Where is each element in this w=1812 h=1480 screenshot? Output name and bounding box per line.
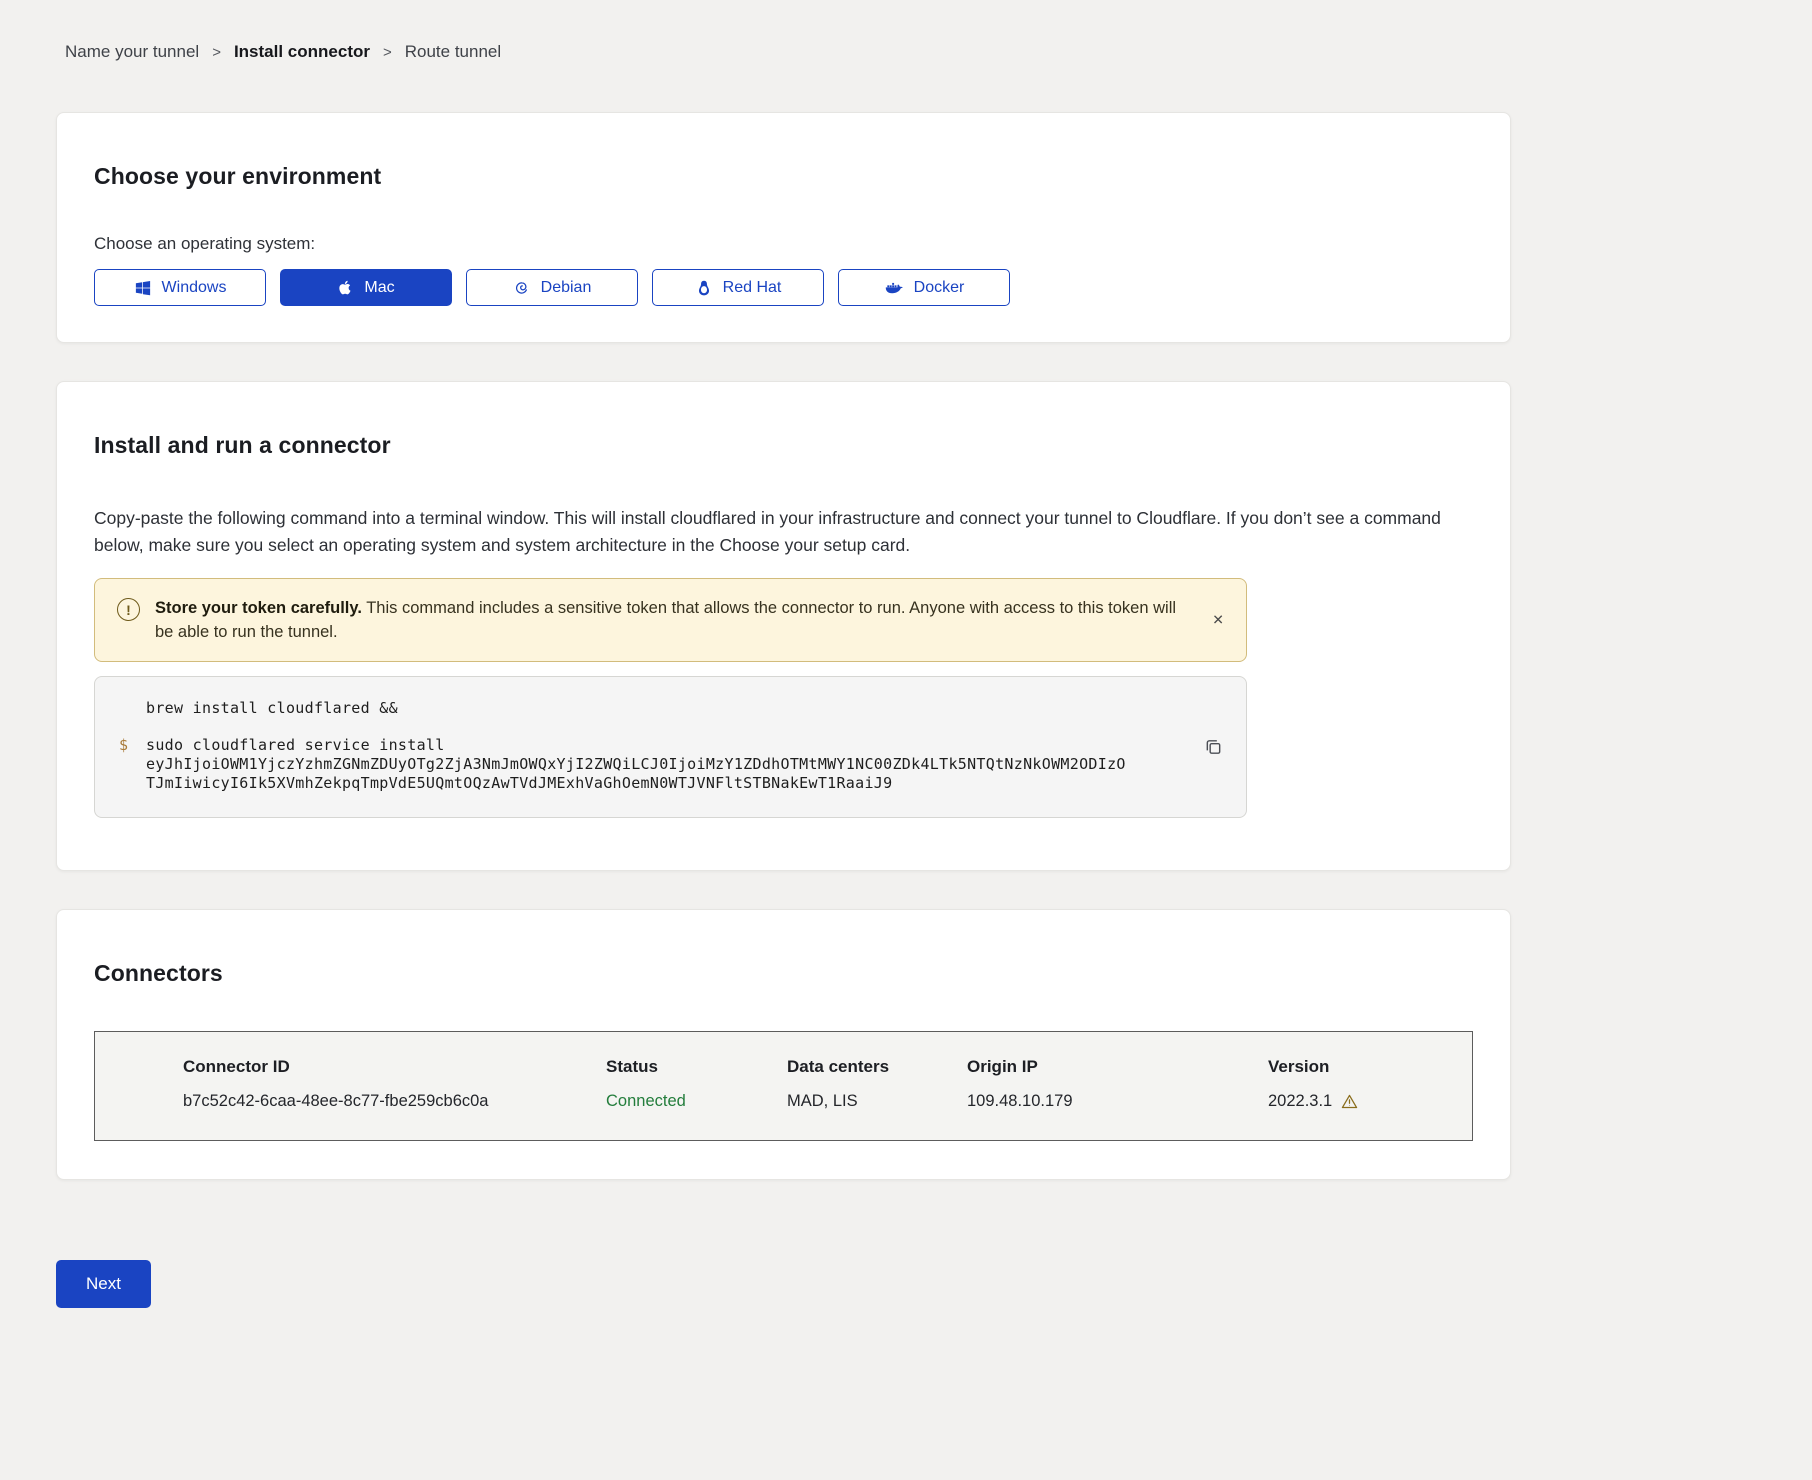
os-button-label: Windows [162, 279, 227, 297]
choose-environment-title: Choose your environment [94, 163, 1473, 190]
cell-origin-ip: 109.48.10.179 [967, 1092, 1268, 1111]
apple-icon [337, 279, 354, 296]
code-line-token-1: eyJhIjoiOWM1YjczYzhmZGNmZDUyOTg2ZjA3NmJm… [146, 755, 1126, 774]
windows-icon [134, 279, 152, 297]
token-warning-text: Store your token carefully. This command… [155, 596, 1186, 644]
code-line-service-install: sudo cloudflared service install [146, 736, 445, 755]
os-button-label: Mac [364, 279, 394, 297]
install-connector-card: Install and run a connector Copy-paste t… [56, 381, 1511, 871]
cell-version: 2022.3.1 [1268, 1092, 1452, 1111]
breadcrumb-separator: > [383, 44, 392, 61]
os-button-label: Docker [914, 279, 965, 297]
col-header-data-centers: Data centers [787, 1057, 967, 1077]
breadcrumb-step-name-your-tunnel[interactable]: Name your tunnel [65, 42, 199, 62]
code-line-brew-install: brew install cloudflared && [146, 699, 398, 718]
install-description: Copy-paste the following command into a … [94, 505, 1466, 559]
connectors-card: Connectors Connector ID Status Data cent… [56, 909, 1511, 1180]
os-button-windows[interactable]: Windows [94, 269, 266, 306]
os-button-debian[interactable]: Debian [466, 269, 638, 306]
token-warning-lead: Store your token carefully. [155, 599, 362, 617]
version-warning-triangle-icon[interactable] [1341, 1093, 1358, 1110]
os-button-label: Debian [541, 279, 592, 297]
os-button-redhat[interactable]: Red Hat [652, 269, 824, 306]
install-command-code-block: brew install cloudflared && $ sudo cloud… [94, 676, 1247, 818]
page-content: Name your tunnel > Install connector > R… [56, 42, 1511, 1308]
col-header-connector-id: Connector ID [183, 1057, 606, 1077]
shell-prompt: $ [119, 736, 146, 755]
code-line: eyJhIjoiOWM1YjczYzhmZGNmZDUyOTg2ZjA3NmJm… [119, 755, 1180, 774]
os-button-mac[interactable]: Mac [280, 269, 452, 306]
docker-whale-icon [884, 278, 904, 298]
col-header-version: Version [1268, 1057, 1452, 1077]
code-line-token-2: TJmIiwicyI6Ik5XVmhZekpqTmpVdE5UQmtOQzAwT… [146, 774, 892, 793]
code-line: $ sudo cloudflared service install [119, 736, 1180, 755]
version-text: 2022.3.1 [1268, 1092, 1332, 1111]
connectors-title: Connectors [94, 960, 1473, 987]
breadcrumb: Name your tunnel > Install connector > R… [65, 42, 1511, 62]
warning-circle-icon: ! [117, 598, 140, 621]
connectors-table: Connector ID Status Data centers Origin … [94, 1031, 1473, 1141]
shell-prompt-spacer [119, 699, 146, 718]
debian-swirl-icon [513, 279, 531, 297]
breadcrumb-step-install-connector[interactable]: Install connector [234, 42, 370, 62]
os-button-label: Red Hat [723, 279, 782, 297]
col-header-status: Status [606, 1057, 787, 1077]
breadcrumb-separator: > [212, 44, 221, 61]
next-button[interactable]: Next [56, 1260, 151, 1308]
os-button-docker[interactable]: Docker [838, 269, 1010, 306]
install-connector-title: Install and run a connector [94, 432, 1473, 459]
copy-icon [1204, 738, 1223, 757]
cell-data-centers: MAD, LIS [787, 1092, 967, 1111]
cell-status: Connected [606, 1092, 787, 1111]
code-line: TJmIiwicyI6Ik5XVmhZekpqTmpVdE5UQmtOQzAwT… [119, 774, 1180, 793]
code-line: brew install cloudflared && [119, 699, 1180, 718]
copy-command-button[interactable] [1201, 735, 1226, 760]
os-button-group: Windows Mac Debian Red Hat [94, 269, 1473, 306]
shell-prompt-spacer [119, 755, 146, 774]
os-prompt-label: Choose an operating system: [94, 234, 1473, 254]
shell-prompt-spacer [119, 774, 146, 793]
cell-connector-id: b7c52c42-6caa-48ee-8c77-fbe259cb6c0a [183, 1092, 606, 1111]
linux-penguin-icon [695, 279, 713, 297]
breadcrumb-step-route-tunnel[interactable]: Route tunnel [405, 42, 501, 62]
choose-environment-card: Choose your environment Choose an operat… [56, 112, 1511, 343]
token-warning-callout: ! Store your token carefully. This comma… [94, 578, 1247, 662]
close-icon[interactable]: ✕ [1212, 612, 1224, 629]
col-header-origin-ip: Origin IP [967, 1057, 1268, 1077]
